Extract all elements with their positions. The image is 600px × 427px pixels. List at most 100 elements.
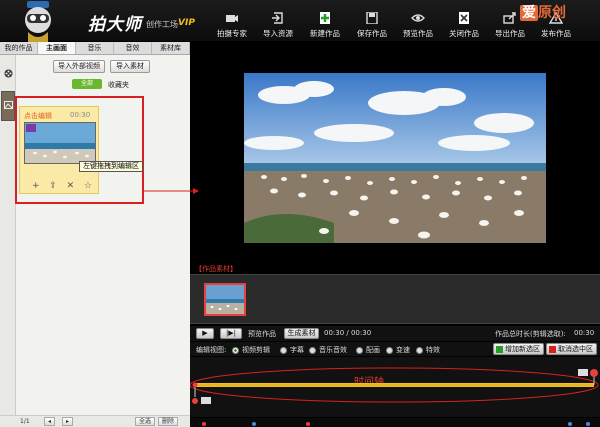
save-icon (366, 12, 378, 24)
card-share-button[interactable]: ⇪ (49, 181, 57, 191)
app-logo-sub: 创作工场 (146, 20, 178, 29)
view-music-label: 音乐音效 (319, 346, 347, 354)
timeline-area[interactable]: 时间轴 (190, 357, 600, 417)
folder-all-tab[interactable]: 全部 (72, 79, 102, 89)
publish-work-label: 发布作品 (541, 29, 571, 38)
import-resource-button[interactable]: 导入资源 (257, 12, 299, 39)
end-flag-icon[interactable] (578, 369, 588, 376)
radio-dot (280, 346, 287, 354)
radio-dot (356, 346, 363, 354)
time-readout: 00:30 / 00:30 (324, 329, 372, 337)
tab-music[interactable]: 音乐 (76, 42, 114, 54)
work-card[interactable]: 点击编辑 00:30 + ⇪ ✕ ☆ (19, 106, 99, 194)
close-work-button[interactable]: 关闭作品 (443, 12, 485, 39)
watermark-b: 原创 (538, 5, 566, 21)
playhead-icon[interactable] (192, 382, 198, 388)
play-button[interactable]: ▶ (196, 328, 214, 339)
add-region-button[interactable]: 增加新选区 (493, 343, 544, 355)
tab-main-screen[interactable]: 主画面 (38, 42, 76, 54)
close-work-label: 关闭作品 (449, 29, 479, 38)
total-duration-value: 00:30 (574, 329, 595, 337)
video-preview[interactable] (244, 73, 546, 243)
timeline-track[interactable] (190, 357, 600, 417)
next-page-button[interactable]: ▸ (62, 417, 73, 426)
camera-expert-label: 拍摄专家 (217, 29, 247, 38)
eye-icon (411, 14, 425, 22)
pager-bar: 1/1 ◂ ▸ 全选 删除 (0, 415, 190, 427)
tab-sound-effects[interactable]: 音效 (114, 42, 152, 54)
left-panel: 我的作品 主画面 音乐 音效 素材库 导入外部视频 导入素材 全部 收藏夹 点击… (0, 42, 190, 427)
card-actions: + ⇪ ✕ ☆ (32, 181, 92, 191)
view-effects-radio[interactable]: 特效 (416, 345, 440, 355)
beach-thumbnail-image (25, 123, 95, 163)
image-icon (4, 101, 13, 109)
add-region-label: 增加新选区 (505, 345, 540, 353)
export-work-label: 导出作品 (495, 29, 525, 38)
start-flag-icon[interactable] (201, 397, 211, 404)
import-resource-label: 导入资源 (263, 29, 293, 38)
start-handle[interactable] (192, 398, 198, 404)
radio-dot (232, 346, 239, 354)
card-favorite-button[interactable]: ☆ (84, 181, 92, 191)
import-external-video-button[interactable]: 导入外部视频 (53, 60, 105, 73)
status-bar (190, 418, 600, 427)
gannet-colony-image (244, 73, 546, 243)
status-bar-graphic (202, 422, 590, 426)
app-logo-text: 拍大师 (88, 15, 142, 35)
material-thumbnail[interactable] (204, 283, 246, 316)
view-music-radio[interactable]: 音乐音效 (309, 345, 347, 355)
view-speed-radio[interactable]: 变速 (386, 345, 410, 355)
minus-icon (549, 345, 556, 353)
export-icon (503, 12, 516, 24)
radio-dot (386, 346, 393, 354)
close-icon (459, 12, 469, 24)
preview-work-button[interactable]: 预览作品 (397, 12, 439, 39)
top-toolbar: 拍大师 创作工场 VIP 拍摄专家 导入资源 新建作品 保存作品 预览作品 关闭… (0, 0, 600, 42)
new-work-label: 新建作品 (310, 29, 340, 38)
view-speed-label: 变速 (396, 346, 410, 354)
view-picture-label: 配画 (366, 346, 380, 354)
new-work-button[interactable]: 新建作品 (304, 12, 346, 39)
film-reel-icon[interactable] (4, 69, 13, 78)
watermark-logo: 爱原创 (520, 2, 566, 22)
save-work-button[interactable]: 保存作品 (351, 12, 393, 39)
step-button[interactable]: |▶| (220, 328, 242, 339)
delete-button[interactable]: 删除 (158, 417, 179, 426)
page-indicator: 1/1 (20, 418, 30, 425)
edit-view-row: 编辑视图: 视频剪辑 字幕 音乐音效 配画 变速 特效 增加新选区 取消选中区 (190, 342, 600, 356)
tab-my-works[interactable]: 我的作品 (0, 42, 38, 54)
card-title[interactable]: 点击编辑 (24, 111, 52, 121)
edit-view-label: 编辑视图: (196, 346, 227, 354)
card-thumbnail[interactable] (24, 122, 96, 164)
material-section-label: 【作品素材】 (195, 265, 237, 273)
view-picture-radio[interactable]: 配画 (356, 345, 380, 355)
generate-material-button[interactable]: 生成素材 (284, 328, 319, 339)
card-delete-button[interactable]: ✕ (67, 181, 75, 191)
camera-expert-button[interactable]: 拍摄专家 (211, 12, 253, 39)
card-duration: 00:30 (70, 111, 91, 119)
prev-page-button[interactable]: ◂ (44, 417, 55, 426)
total-duration-label: 作品总时长(剪辑选取): (495, 330, 566, 338)
side-tab-selected[interactable] (1, 91, 15, 121)
favorites-folder-label[interactable]: 收藏夹 (108, 80, 129, 90)
cancel-region-button[interactable]: 取消选中区 (546, 343, 597, 355)
cancel-region-label: 取消选中区 (558, 345, 593, 353)
import-icon (272, 12, 283, 24)
app-window: 拍大师 创作工场 VIP 拍摄专家 导入资源 新建作品 保存作品 预览作品 关闭… (0, 0, 600, 427)
camera-icon (226, 15, 238, 22)
view-video-edit-radio[interactable]: 视频剪辑 (232, 345, 270, 355)
plus-icon (496, 345, 503, 353)
card-add-button[interactable]: + (32, 181, 40, 191)
view-effects-label: 特效 (426, 346, 440, 354)
tab-material-library[interactable]: 素材库 (152, 42, 190, 54)
select-all-button[interactable]: 全选 (135, 417, 156, 426)
import-material-button[interactable]: 导入素材 (110, 60, 150, 73)
watermark-a: 爱 (520, 5, 538, 21)
view-subtitle-radio[interactable]: 字幕 (280, 345, 304, 355)
left-tabs: 我的作品 主画面 音乐 音效 素材库 (0, 42, 190, 55)
end-handle[interactable] (590, 369, 598, 377)
preview-work-link[interactable]: 预览作品 (248, 329, 276, 339)
radio-dot (309, 346, 316, 354)
vip-badge: VIP (178, 18, 195, 28)
material-thumb-image (206, 285, 244, 314)
